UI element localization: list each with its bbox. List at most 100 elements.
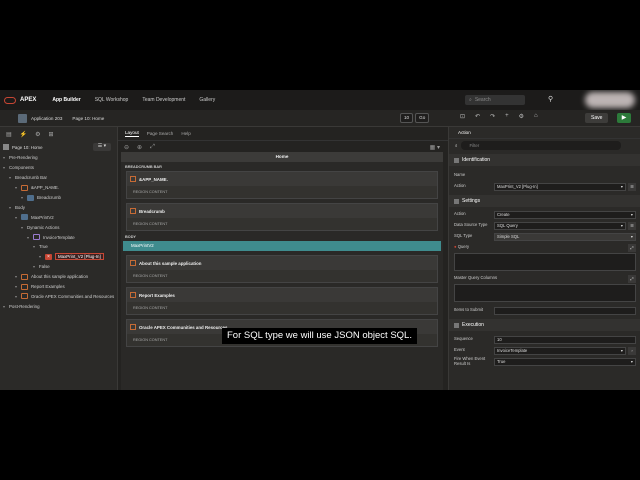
app-breadcrumb[interactable]: Application 203	[31, 116, 62, 121]
user-icon[interactable]: ⚲	[548, 95, 553, 103]
page-breadcrumb[interactable]: Page 10: Home	[72, 116, 104, 121]
shared-tab-icon[interactable]: ⊞	[49, 131, 54, 138]
dynamic-actions-tab-icon[interactable]: ⚡	[20, 131, 27, 138]
fire-when-value: True	[497, 359, 505, 365]
property-label: Action	[454, 212, 494, 217]
tree-menu-button[interactable]: ☰ ▾	[93, 143, 111, 151]
undo-icon[interactable]: ↶	[475, 113, 480, 120]
tab-help[interactable]: Help	[181, 131, 190, 136]
redo-icon[interactable]: ↷	[490, 113, 495, 120]
tree-node[interactable]: ▾&APP_NAME.	[0, 183, 117, 193]
rendering-tree-panel: ▤ ⚡ ⚙ ⊞ Page 10: Home ☰ ▾ ▾Pre-Rendering…	[0, 127, 118, 390]
fire-when-select[interactable]: True▾	[494, 358, 636, 366]
go-button[interactable]: Go	[415, 113, 429, 123]
collapse-icon	[454, 158, 459, 163]
query-editor[interactable]	[454, 253, 636, 271]
query-label: Query	[458, 244, 469, 249]
tree-node[interactable]: ▾Post-Rendering	[0, 301, 117, 311]
master-query-editor[interactable]	[454, 284, 636, 302]
list-icon[interactable]: ☰	[628, 222, 636, 230]
zoom-in-icon[interactable]: ⊕	[137, 144, 142, 151]
tree-node[interactable]: ▾About this sample application	[0, 272, 117, 282]
settings-action-select[interactable]: Create▾	[494, 211, 636, 219]
nav-gallery[interactable]: Gallery	[199, 97, 215, 103]
property-label: Fire When Event Result Is	[454, 357, 494, 366]
app-icon[interactable]	[18, 114, 27, 123]
data-source-type-value: SQL Query	[497, 223, 518, 229]
rendering-tab-icon[interactable]: ▤	[6, 131, 12, 138]
tree-node-label: True	[39, 244, 48, 249]
region-title: Breadcrumb	[139, 209, 165, 214]
run-button[interactable]: ▶	[617, 113, 631, 123]
nav-sql-workshop[interactable]: SQL Workshop	[95, 97, 129, 103]
layout-region[interactable]: Breadcrumb REGION CONTENT	[126, 203, 438, 231]
action-select[interactable]: MaxPrint_V2 [Plug-In]▾	[494, 183, 626, 191]
chevron-right-icon[interactable]: ›	[628, 347, 636, 355]
tree-node[interactable]: ▾Oracle APEX Communities and Resources	[0, 291, 117, 301]
data-source-type-select[interactable]: SQL Query▾	[494, 222, 626, 230]
tree-node[interactable]: ▾False	[0, 262, 117, 272]
zoom-out-icon[interactable]: ⊖	[124, 144, 129, 151]
tree-node[interactable]: ▾Breadcrumb Bar	[0, 173, 117, 183]
nav-team-development[interactable]: Team Development	[142, 97, 185, 103]
tree-node[interactable]: ▾Body	[0, 202, 117, 212]
property-sequence: Sequence 10	[449, 334, 640, 345]
event-select[interactable]: InvoiceTemplate▾	[494, 347, 626, 355]
tab-layout[interactable]: Layout	[125, 130, 139, 137]
group-identification[interactable]: Identification	[449, 154, 640, 166]
layout-region[interactable]: Report Examples REGION CONTENT	[126, 287, 438, 315]
nav-app-builder[interactable]: App Builder	[52, 97, 80, 103]
code-editor-icon[interactable]: ⤢	[628, 244, 636, 252]
tree-node[interactable]: ▾InvoiceTemplate	[0, 232, 117, 242]
tree-node[interactable]: ▾Dynamic Actions	[0, 222, 117, 232]
code-editor-icon[interactable]: ⤢	[628, 275, 636, 283]
brand-name: APEX	[20, 97, 36, 103]
group-settings[interactable]: Settings	[449, 195, 640, 207]
tree-node[interactable]: ▾True	[0, 242, 117, 252]
page-node[interactable]: Page 10: Home ☰ ▾	[0, 141, 117, 153]
utilities-icon[interactable]: ⚙	[519, 113, 524, 120]
sql-type-value: Simple SQL	[497, 234, 519, 240]
expand-icon[interactable]: ⤢	[150, 144, 155, 151]
grid-menu-icon[interactable]: ▦ ▾	[430, 144, 440, 151]
region-icon	[21, 274, 28, 280]
sql-type-select[interactable]: Simple SQL▾	[494, 233, 636, 241]
tree-node[interactable]: ▾Components	[0, 163, 117, 173]
tab-page-search[interactable]: Page Search	[147, 131, 174, 136]
group-title: Identification	[462, 157, 490, 163]
tree-node[interactable]: ▾MaxPrintV2	[0, 212, 117, 222]
tab-action[interactable]: Action	[449, 127, 640, 139]
selected-region-bar[interactable]: MaxPrintV2	[123, 241, 441, 251]
processing-tab-icon[interactable]: ⚙	[35, 131, 40, 138]
left-pane-tabs: ▤ ⚡ ⚙ ⊞	[0, 127, 117, 141]
search-input[interactable]: ⌕ Search	[465, 95, 525, 105]
region-icon	[130, 324, 136, 330]
tree-node-label: Dynamic Actions	[27, 225, 59, 230]
region-icon	[130, 176, 136, 182]
save-button[interactable]: Save	[585, 113, 608, 123]
page-designer-toolbar: Application 203 Page 10: Home 10 Go ⊡ ↶ …	[0, 110, 640, 127]
event-value: InvoiceTemplate	[497, 348, 527, 354]
tree-node[interactable]: ▾Pre-Rendering	[0, 153, 117, 163]
oracle-logo-icon	[4, 97, 16, 104]
page-selector: 10 Go	[400, 113, 429, 123]
list-icon[interactable]: ☰	[628, 183, 636, 191]
group-execution[interactable]: Execution	[449, 319, 640, 331]
shared-components-icon[interactable]: ⌂	[534, 113, 538, 120]
tree-node[interactable]: ▾Report Examples	[0, 282, 117, 292]
add-icon[interactable]: +	[505, 113, 509, 120]
tree-node[interactable]: ▾Breadcrumb	[0, 193, 117, 203]
layout-region[interactable]: About this sample application REGION CON…	[126, 255, 438, 283]
layout-region[interactable]: &APP_NAME. REGION CONTENT	[126, 171, 438, 199]
items-to-submit-input[interactable]	[494, 307, 636, 315]
property-fire-when: Fire When Event Result Is True▾	[449, 356, 640, 367]
sequence-input[interactable]: 10	[494, 336, 636, 344]
filter-input[interactable]: Filter	[461, 141, 621, 150]
page-number-input[interactable]: 10	[400, 113, 413, 123]
center-tabs: Layout Page Search Help	[118, 127, 448, 141]
action-select-value: MaxPrint_V2 [Plug-In]	[497, 184, 538, 190]
brand[interactable]: APEX	[0, 97, 36, 104]
tree-node[interactable]: ▾×MaxPrint_V2 [Plug-In]	[0, 252, 117, 262]
tree-node-label: Body	[15, 205, 25, 210]
lock-icon[interactable]: ⊡	[460, 113, 465, 120]
